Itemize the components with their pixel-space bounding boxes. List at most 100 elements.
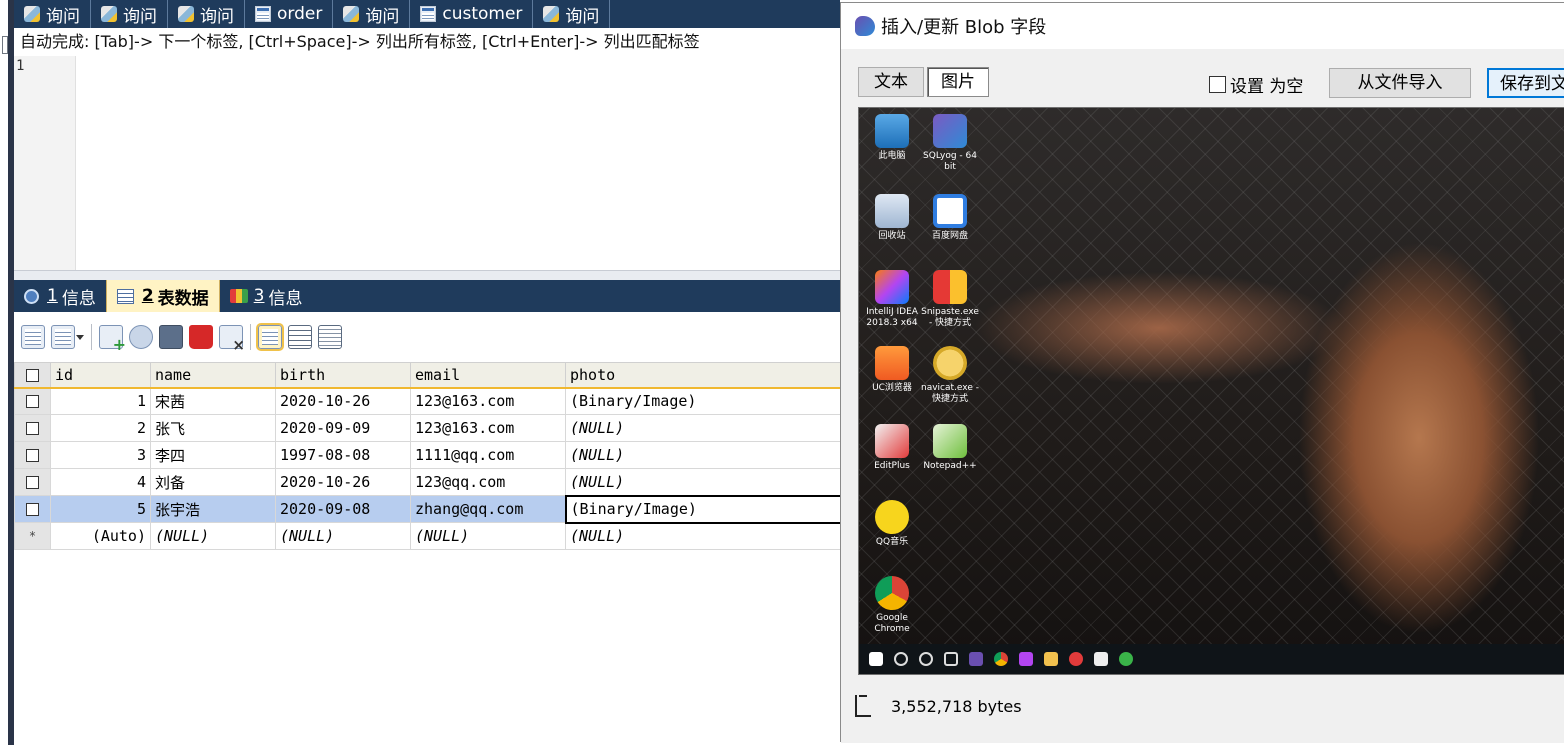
import-grid-icon[interactable]: [51, 325, 75, 349]
cell-name[interactable]: 张飞: [150, 414, 276, 442]
table-row[interactable]: 4 刘备 2020-10-26 123@qq.com (NULL): [14, 468, 841, 496]
sqlyog-icon: [933, 114, 967, 148]
cell-email[interactable]: (NULL): [410, 522, 566, 550]
cell-name[interactable]: 宋茜: [150, 387, 276, 415]
blob-size: 3,552,718 bytes: [891, 696, 1022, 716]
cell-photo[interactable]: (NULL): [565, 441, 841, 469]
tab-customer[interactable]: customer: [410, 0, 534, 28]
cell-email[interactable]: 123@163.com: [410, 414, 566, 442]
intellij-icon: [875, 270, 909, 304]
tab-table-data[interactable]: 2 表数据: [105, 280, 220, 312]
cell-name[interactable]: 张宇浩: [150, 495, 276, 523]
tab-query-4[interactable]: 询问: [333, 0, 411, 28]
set-null-option[interactable]: 设置 为空: [1209, 71, 1303, 97]
wechat-taskbar-icon: [1119, 652, 1133, 666]
cell-email[interactable]: zhang@qq.com: [410, 495, 566, 523]
cell-photo-focused[interactable]: (Binary/Image): [564, 494, 842, 524]
cell-photo[interactable]: (Binary/Image): [565, 387, 841, 415]
tab-text-button[interactable]: 文本: [858, 67, 924, 97]
save-to-file-button[interactable]: 保存到文: [1487, 68, 1564, 98]
table-row[interactable]: 2 张飞 2020-09-09 123@163.com (NULL): [14, 414, 841, 442]
column-header-name[interactable]: name: [150, 362, 276, 389]
set-null-checkbox[interactable]: [1209, 75, 1226, 93]
tab-number: 2: [141, 286, 154, 306]
row-checkbox[interactable]: [14, 387, 51, 415]
info-icon: [24, 288, 39, 304]
query-icon: [178, 6, 194, 22]
panel-splitter[interactable]: [14, 270, 840, 280]
cell-id[interactable]: 3: [50, 441, 151, 469]
cell-id[interactable]: (Auto): [50, 522, 151, 550]
cell-birth[interactable]: 2020-09-08: [275, 495, 411, 523]
cell-birth[interactable]: 1997-08-08: [275, 441, 411, 469]
dialog-titlebar[interactable]: 插入/更新 Blob 字段: [841, 3, 1564, 49]
tab-query-2[interactable]: 询问: [91, 0, 168, 28]
cell-id[interactable]: 2: [50, 414, 151, 442]
tab-query-3[interactable]: 询问: [168, 0, 245, 28]
delete-icon[interactable]: [189, 325, 213, 349]
cell-name[interactable]: 李四: [150, 441, 276, 469]
cell-photo[interactable]: (NULL): [565, 414, 841, 442]
tab-label: order: [277, 4, 323, 24]
cell-id[interactable]: 5: [50, 495, 151, 523]
grid-view-icon[interactable]: [256, 323, 284, 351]
tab-order[interactable]: order: [245, 0, 334, 28]
add-row-icon[interactable]: [99, 325, 126, 354]
cell-birth[interactable]: 2020-09-09: [275, 414, 411, 442]
desktop-icon: Snipaste.exe - 快捷方式: [921, 270, 979, 329]
cell-name[interactable]: (NULL): [150, 522, 276, 550]
table-row-selected[interactable]: 5 张宇浩 2020-09-08 zhang@qq.com (Binary/Im…: [14, 494, 842, 524]
cell-id[interactable]: 4: [50, 468, 151, 496]
cell-email[interactable]: 1111@qq.com: [410, 441, 566, 469]
info-chart-icon: [229, 289, 248, 303]
tab-label: 询问: [123, 6, 157, 27]
new-row-marker: *: [14, 522, 51, 550]
select-all-checkbox[interactable]: [14, 362, 51, 389]
tab-query-5[interactable]: 询问: [533, 0, 611, 28]
tab-query-1[interactable]: 询问: [14, 0, 91, 28]
editplus-icon: [875, 424, 909, 458]
cell-birth[interactable]: (NULL): [275, 522, 411, 550]
tab-image-button[interactable]: 图片: [927, 67, 989, 97]
row-checkbox[interactable]: [14, 441, 51, 469]
column-header-email[interactable]: email: [410, 362, 566, 389]
set-null-label: 设置 为空: [1230, 76, 1304, 97]
uc-browser-icon: [875, 346, 909, 380]
duplicate-row-icon[interactable]: [129, 325, 153, 349]
chevron-down-icon[interactable]: [76, 334, 84, 340]
table-icon: [420, 6, 437, 22]
autocomplete-hint: 自动完成: [Tab]-> 下一个标签, [Ctrl+Space]-> 列出所有…: [14, 28, 840, 56]
sqlyog-logo-icon: [855, 16, 875, 36]
tab-label: 信息: [61, 288, 96, 309]
text-view-icon[interactable]: [318, 325, 342, 349]
import-from-file-button[interactable]: 从文件导入: [1329, 68, 1471, 98]
tab-label: customer: [442, 4, 523, 24]
qq-music-icon: [875, 500, 909, 534]
row-checkbox[interactable]: [14, 468, 51, 496]
query-editor[interactable]: 1: [14, 56, 840, 270]
row-checkbox[interactable]: [14, 495, 51, 523]
column-header-id[interactable]: id: [50, 362, 151, 389]
cell-photo[interactable]: (NULL): [565, 522, 841, 550]
tab-messages-3[interactable]: 3 信息: [220, 280, 313, 312]
cell-id[interactable]: 1: [50, 387, 151, 415]
cortana-icon: [919, 652, 933, 666]
cell-birth[interactable]: 2020-10-26: [275, 387, 411, 415]
export-grid-icon[interactable]: [21, 325, 45, 349]
cell-birth[interactable]: 2020-10-26: [275, 468, 411, 496]
save-icon[interactable]: [159, 325, 183, 349]
form-view-icon[interactable]: [288, 325, 312, 349]
cell-photo[interactable]: (NULL): [565, 468, 841, 496]
column-header-birth[interactable]: birth: [275, 362, 411, 389]
cell-email[interactable]: 123@163.com: [410, 387, 566, 415]
table-row[interactable]: 1 宋茜 2020-10-26 123@163.com (Binary/Imag…: [14, 387, 841, 415]
cell-email[interactable]: 123@qq.com: [410, 468, 566, 496]
table-row[interactable]: 3 李四 1997-08-08 1111@qq.com (NULL): [14, 441, 841, 469]
new-row[interactable]: * (Auto) (NULL) (NULL) (NULL) (NULL): [14, 522, 841, 550]
tab-messages-1[interactable]: 1 信息: [14, 280, 106, 312]
cell-name[interactable]: 刘备: [150, 468, 276, 496]
column-header-photo[interactable]: photo: [565, 362, 841, 389]
cancel-changes-icon[interactable]: [219, 325, 245, 354]
snipaste-icon: [933, 270, 967, 304]
row-checkbox[interactable]: [14, 414, 51, 442]
